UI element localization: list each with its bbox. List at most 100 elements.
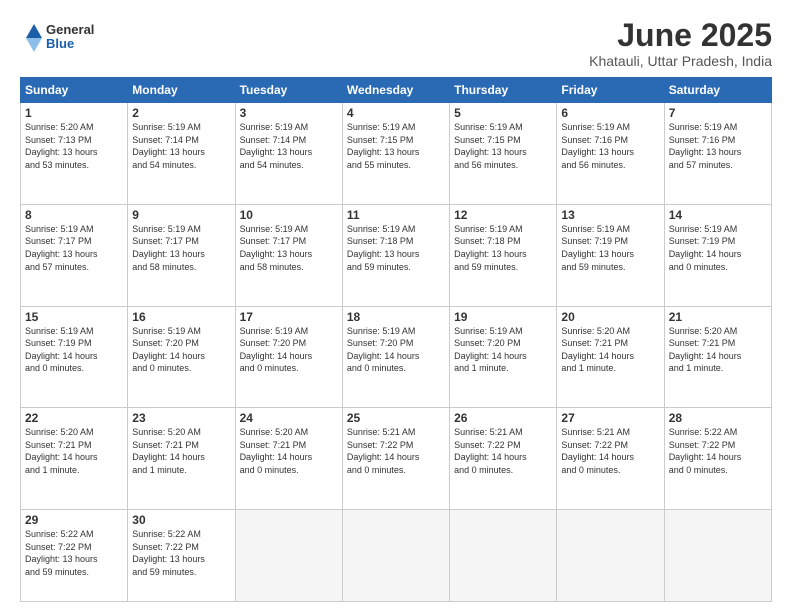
table-row: 8Sunrise: 5:19 AM Sunset: 7:17 PM Daylig… <box>21 204 128 306</box>
day-info: Sunrise: 5:19 AM Sunset: 7:14 PM Dayligh… <box>240 121 338 171</box>
table-row: 13Sunrise: 5:19 AM Sunset: 7:19 PM Dayli… <box>557 204 664 306</box>
logo-svg: General Blue <box>20 18 120 58</box>
header-wednesday: Wednesday <box>342 78 449 103</box>
calendar-page: General Blue June 2025 Khatauli, Uttar P… <box>0 0 792 612</box>
day-number: 26 <box>454 411 552 425</box>
calendar-week-row: 8Sunrise: 5:19 AM Sunset: 7:17 PM Daylig… <box>21 204 772 306</box>
day-info: Sunrise: 5:21 AM Sunset: 7:22 PM Dayligh… <box>561 426 659 476</box>
month-title: June 2025 <box>589 18 772 53</box>
table-row: 15Sunrise: 5:19 AM Sunset: 7:19 PM Dayli… <box>21 306 128 408</box>
day-info: Sunrise: 5:19 AM Sunset: 7:16 PM Dayligh… <box>561 121 659 171</box>
day-number: 17 <box>240 310 338 324</box>
table-row: 7Sunrise: 5:19 AM Sunset: 7:16 PM Daylig… <box>664 103 771 205</box>
table-row: 22Sunrise: 5:20 AM Sunset: 7:21 PM Dayli… <box>21 408 128 510</box>
table-row: 21Sunrise: 5:20 AM Sunset: 7:21 PM Dayli… <box>664 306 771 408</box>
calendar-week-row: 22 Sunrise: 5:20 AM Sunset: 7:21 PM Dayli… <box>21 408 772 510</box>
day-number: 8 <box>25 208 123 222</box>
day-info: Sunrise: 5:19 AM Sunset: 7:20 PM Dayligh… <box>132 325 230 375</box>
day-number: 12 <box>454 208 552 222</box>
table-row: 18Sunrise: 5:19 AM Sunset: 7:20 PM Dayli… <box>342 306 449 408</box>
day-info: Sunrise: 5:19 AM Sunset: 7:17 PM Dayligh… <box>240 223 338 273</box>
day-info: Sunrise: 5:19 AM Sunset: 7:19 PM Dayligh… <box>25 325 123 375</box>
table-row: 9Sunrise: 5:19 AM Sunset: 7:17 PM Daylig… <box>128 204 235 306</box>
calendar-body: 1Sunrise: 5:20 AM Sunset: 7:13 PM Daylig… <box>21 103 772 602</box>
day-info: Sunrise: 5:20 AM Sunset: 7:13 PM Dayligh… <box>25 121 123 171</box>
day-info: Sunrise: 5:19 AM Sunset: 7:14 PM Dayligh… <box>132 121 230 171</box>
day-info: Sunrise: 5:19 AM Sunset: 7:20 PM Dayligh… <box>454 325 552 375</box>
day-info: Sunrise: 5:22 AM Sunset: 7:22 PM Dayligh… <box>132 528 230 578</box>
logo: General Blue <box>20 18 120 63</box>
weekday-header-row: Sunday Monday Tuesday Wednesday Thursday… <box>21 78 772 103</box>
table-row: 26Sunrise: 5:21 AM Sunset: 7:22 PM Dayli… <box>450 408 557 510</box>
table-row: 4Sunrise: 5:19 AM Sunset: 7:15 PM Daylig… <box>342 103 449 205</box>
day-number: 27 <box>561 411 659 425</box>
table-row: 5Sunrise: 5:19 AM Sunset: 7:15 PM Daylig… <box>450 103 557 205</box>
day-info: Sunrise: 5:19 AM Sunset: 7:17 PM Dayligh… <box>25 223 123 273</box>
header-thursday: Thursday <box>450 78 557 103</box>
header-saturday: Saturday <box>664 78 771 103</box>
table-row: 11Sunrise: 5:19 AM Sunset: 7:18 PM Dayli… <box>342 204 449 306</box>
table-row: 30Sunrise: 5:22 AM Sunset: 7:22 PM Dayli… <box>128 509 235 601</box>
day-info: Sunrise: 5:20 AM Sunset: 7:21 PM Dayligh… <box>132 426 230 476</box>
table-row <box>450 509 557 601</box>
day-info: Sunrise: 5:20 AM Sunset: 7:21 PM Dayligh… <box>561 325 659 375</box>
day-number: 11 <box>347 208 445 222</box>
day-number: 2 <box>132 106 230 120</box>
day-number: 9 <box>132 208 230 222</box>
table-row: 20Sunrise: 5:20 AM Sunset: 7:21 PM Dayli… <box>557 306 664 408</box>
table-row <box>235 509 342 601</box>
day-number: 23 <box>132 411 230 425</box>
calendar-week-row: 15Sunrise: 5:19 AM Sunset: 7:19 PM Dayli… <box>21 306 772 408</box>
table-row <box>557 509 664 601</box>
header-tuesday: Tuesday <box>235 78 342 103</box>
table-row <box>342 509 449 601</box>
table-row: 28Sunrise: 5:22 AM Sunset: 7:22 PM Dayli… <box>664 408 771 510</box>
day-number: 7 <box>669 106 767 120</box>
day-info: Sunrise: 5:19 AM Sunset: 7:15 PM Dayligh… <box>454 121 552 171</box>
day-info: Sunrise: 5:19 AM Sunset: 7:15 PM Dayligh… <box>347 121 445 171</box>
calendar-table: Sunday Monday Tuesday Wednesday Thursday… <box>20 77 772 602</box>
day-number: 18 <box>347 310 445 324</box>
day-info: Sunrise: 5:19 AM Sunset: 7:19 PM Dayligh… <box>669 223 767 273</box>
table-row: 2Sunrise: 5:19 AM Sunset: 7:14 PM Daylig… <box>128 103 235 205</box>
table-row: 23Sunrise: 5:20 AM Sunset: 7:21 PM Dayli… <box>128 408 235 510</box>
day-number: 20 <box>561 310 659 324</box>
table-row: 16Sunrise: 5:19 AM Sunset: 7:20 PM Dayli… <box>128 306 235 408</box>
page-header: General Blue June 2025 Khatauli, Uttar P… <box>20 18 772 69</box>
table-row: 3Sunrise: 5:19 AM Sunset: 7:14 PM Daylig… <box>235 103 342 205</box>
day-number: 19 <box>454 310 552 324</box>
day-number: 22 <box>25 411 123 425</box>
calendar-week-row: 29Sunrise: 5:22 AM Sunset: 7:22 PM Dayli… <box>21 509 772 601</box>
day-number: 15 <box>25 310 123 324</box>
title-block: June 2025 Khatauli, Uttar Pradesh, India <box>589 18 772 69</box>
day-info: Sunrise: 5:19 AM Sunset: 7:18 PM Dayligh… <box>454 223 552 273</box>
day-info: Sunrise: 5:22 AM Sunset: 7:22 PM Dayligh… <box>25 528 123 578</box>
day-info: Sunrise: 5:20 AM Sunset: 7:21 PM Dayligh… <box>240 426 338 476</box>
table-row: 29Sunrise: 5:22 AM Sunset: 7:22 PM Dayli… <box>21 509 128 601</box>
table-row: 6Sunrise: 5:19 AM Sunset: 7:16 PM Daylig… <box>557 103 664 205</box>
table-row: 25Sunrise: 5:21 AM Sunset: 7:22 PM Dayli… <box>342 408 449 510</box>
day-number: 4 <box>347 106 445 120</box>
table-row: 19Sunrise: 5:19 AM Sunset: 7:20 PM Dayli… <box>450 306 557 408</box>
day-number: 21 <box>669 310 767 324</box>
table-row: 14Sunrise: 5:19 AM Sunset: 7:19 PM Dayli… <box>664 204 771 306</box>
logo-text: General Blue <box>20 18 120 63</box>
day-number: 10 <box>240 208 338 222</box>
day-info: Sunrise: 5:20 AM Sunset: 7:21 PM Dayligh… <box>669 325 767 375</box>
day-number: 24 <box>240 411 338 425</box>
day-number: 6 <box>561 106 659 120</box>
day-number: 25 <box>347 411 445 425</box>
header-monday: Monday <box>128 78 235 103</box>
day-info: Sunrise: 5:19 AM Sunset: 7:20 PM Dayligh… <box>240 325 338 375</box>
table-row: 12Sunrise: 5:19 AM Sunset: 7:18 PM Dayli… <box>450 204 557 306</box>
table-row: 10Sunrise: 5:19 AM Sunset: 7:17 PM Dayli… <box>235 204 342 306</box>
table-row: 27Sunrise: 5:21 AM Sunset: 7:22 PM Dayli… <box>557 408 664 510</box>
day-info: Sunrise: 5:19 AM Sunset: 7:19 PM Dayligh… <box>561 223 659 273</box>
table-row <box>664 509 771 601</box>
day-number: 28 <box>669 411 767 425</box>
day-info: Sunrise: 5:19 AM Sunset: 7:20 PM Dayligh… <box>347 325 445 375</box>
day-info: Sunrise: 5:22 AM Sunset: 7:22 PM Dayligh… <box>669 426 767 476</box>
day-number: 14 <box>669 208 767 222</box>
day-info: Sunrise: 5:19 AM Sunset: 7:16 PM Dayligh… <box>669 121 767 171</box>
svg-text:General: General <box>46 22 94 37</box>
